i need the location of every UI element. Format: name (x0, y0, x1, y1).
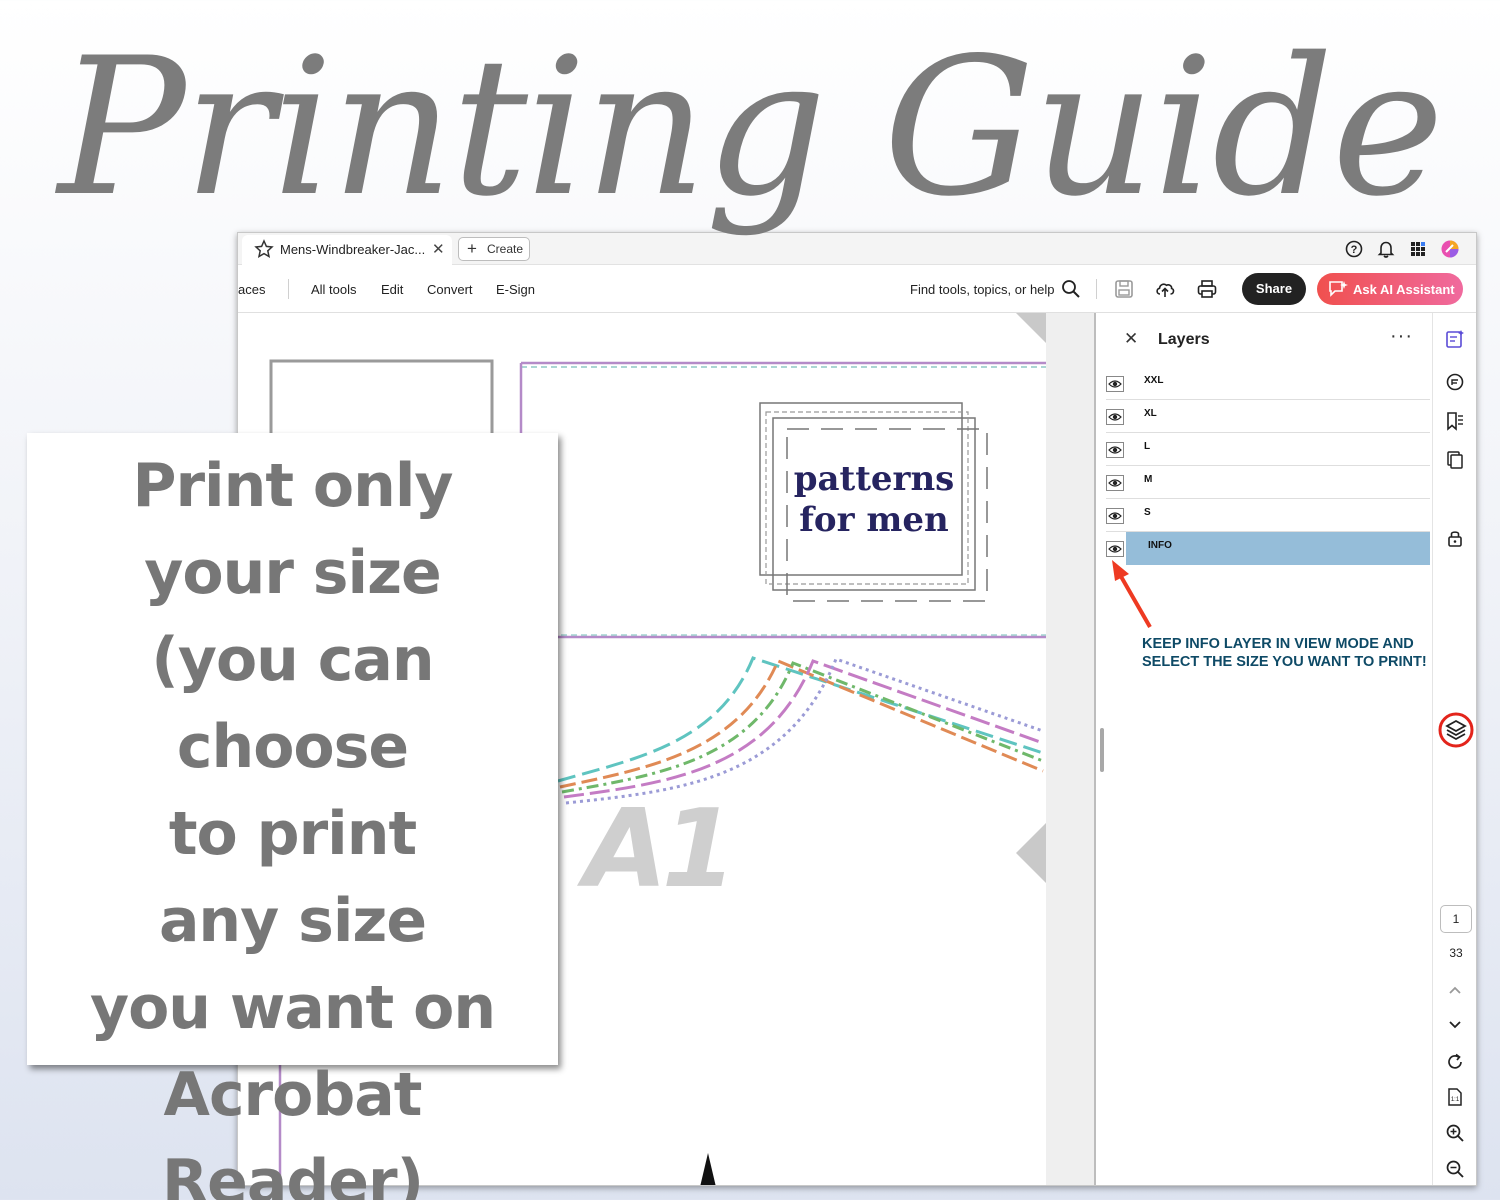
find-tools-field[interactable]: Find tools, topics, or help (910, 282, 1055, 297)
eye-icon[interactable] (1106, 442, 1124, 458)
menu-divider (1096, 279, 1097, 299)
annotation-arrow (1112, 560, 1152, 628)
menu-bar: aces All tools Edit Convert E-Sign Find … (238, 265, 1476, 313)
layer-label: XXL (1144, 375, 1164, 386)
zoom-in-icon[interactable] (1444, 1122, 1466, 1144)
chevron-up-icon[interactable] (1444, 979, 1466, 1001)
close-icon[interactable]: ✕ (1124, 329, 1138, 349)
edit-document-icon[interactable] (1444, 328, 1466, 350)
layer-row-s[interactable]: S (1106, 499, 1430, 532)
layer-label: L (1144, 441, 1151, 452)
layers-panel: ✕ Layers ··· XXL XL L M S INFO KEEP INFO (1096, 313, 1432, 1185)
card-line: your size (144, 538, 441, 608)
right-tool-rail: 1 33 1:1 (1432, 313, 1476, 1185)
search-icon[interactable] (1060, 278, 1082, 300)
layer-row-xl[interactable]: XL (1106, 400, 1430, 433)
page-title: Printing Guide (57, 17, 1444, 238)
card-line: Acrobat Reader) (161, 1060, 424, 1200)
eye-icon[interactable] (1106, 508, 1124, 524)
page-label: A1 (584, 787, 737, 912)
share-button[interactable]: Share (1242, 273, 1306, 305)
total-pages: 33 (1449, 946, 1463, 960)
menu-item-spaces[interactable]: aces (238, 282, 265, 297)
upload-cloud-icon[interactable] (1154, 278, 1176, 300)
layer-label: INFO (1148, 540, 1172, 551)
zoom-out-icon[interactable] (1444, 1158, 1466, 1180)
layer-label: S (1144, 507, 1151, 518)
instruction-card: Print only your size (you can choose to … (27, 433, 558, 1200)
fit-page-icon[interactable]: 1:1 (1444, 1086, 1466, 1108)
layers-icon[interactable] (1438, 712, 1474, 748)
lock-icon[interactable] (1444, 527, 1466, 549)
comment-icon[interactable] (1444, 371, 1466, 393)
menu-item-convert[interactable]: Convert (427, 282, 473, 297)
card-line: to print (168, 799, 417, 869)
chevron-down-icon[interactable] (1444, 1014, 1466, 1036)
layer-label: M (1144, 474, 1153, 485)
current-page-input[interactable]: 1 (1440, 905, 1472, 933)
more-options-icon[interactable]: ··· (1390, 325, 1413, 348)
document-gutter (1046, 313, 1094, 1185)
layer-label: XL (1144, 408, 1157, 419)
layer-row-xxl[interactable]: XXL (1106, 367, 1430, 400)
ask-ai-assistant-button[interactable]: Ask AI Assistant (1317, 273, 1463, 305)
svg-text:1:1: 1:1 (1451, 1097, 1460, 1103)
logo-text-line1: patterns (793, 459, 955, 499)
card-line: (you can choose (151, 625, 434, 782)
save-icon[interactable] (1113, 278, 1135, 300)
layer-row-m[interactable]: M (1106, 466, 1430, 499)
eye-icon[interactable] (1106, 475, 1124, 491)
card-line: any size (158, 886, 427, 956)
menu-item-e-sign[interactable]: E-Sign (496, 282, 535, 297)
bookmark-icon[interactable] (1444, 410, 1466, 432)
layers-title: Layers (1158, 331, 1210, 348)
menu-item-edit[interactable]: Edit (381, 282, 403, 297)
logo-text-line2: for men (799, 500, 949, 540)
card-line: Print only (132, 451, 453, 521)
panel-resize-handle[interactable] (1100, 728, 1104, 772)
menu-divider (288, 279, 289, 299)
instruction-note: KEEP INFO LAYER IN VIEW MODE AND SELECT … (1142, 636, 1427, 670)
printer-icon[interactable] (1196, 278, 1218, 300)
card-line: you want on (89, 973, 496, 1043)
layer-row-l[interactable]: L (1106, 433, 1430, 466)
ask-ai-assistant-label: Ask AI Assistant (1353, 282, 1455, 297)
eye-icon[interactable] (1106, 409, 1124, 425)
pages-icon[interactable] (1444, 449, 1466, 471)
eye-icon[interactable] (1106, 376, 1124, 392)
rotate-icon[interactable] (1444, 1051, 1466, 1073)
menu-item-all-tools[interactable]: All tools (311, 282, 357, 297)
ai-assistant-icon (1329, 281, 1348, 297)
